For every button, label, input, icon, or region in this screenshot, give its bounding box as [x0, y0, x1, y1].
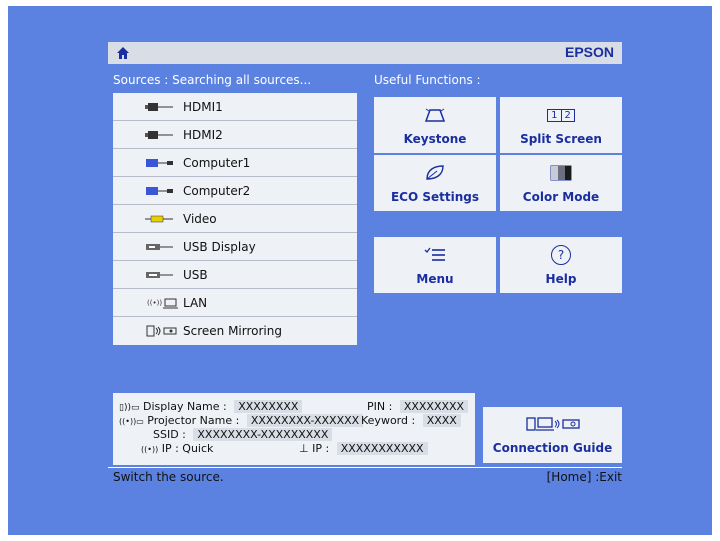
svg-text:((•)): ((•)): [147, 299, 162, 307]
source-item-computer1[interactable]: Computer1: [113, 149, 357, 177]
menu-label: Menu: [416, 272, 454, 286]
help-icon-glyph: ?: [551, 245, 571, 265]
vga-icon: [145, 185, 179, 197]
color-mode-label: Color Mode: [522, 190, 600, 204]
wireless-ip-label: IP : Quick: [161, 442, 214, 455]
pin-label: PIN :: [367, 400, 393, 413]
source-item-usb-display[interactable]: USB Display: [113, 233, 357, 261]
rca-icon: [145, 213, 179, 225]
keystone-label: Keystone: [403, 132, 467, 146]
split-screen-icon-right: 2: [564, 109, 571, 121]
menu-button[interactable]: Menu: [374, 237, 496, 293]
keystone-icon: [423, 104, 447, 126]
projector-name-label: Projector Name :: [147, 414, 240, 427]
keyword-label: Keyword :: [361, 414, 416, 427]
menu-icon: [424, 244, 446, 266]
eco-settings-label: ECO Settings: [390, 190, 480, 204]
source-item-video[interactable]: Video: [113, 205, 357, 233]
source-label: HDMI2: [183, 127, 223, 142]
mirroring-icon: ▯))▭: [119, 403, 140, 413]
split-screen-button[interactable]: 1 2 Split Screen: [500, 97, 622, 153]
wireless-icon: ((•)): [141, 445, 159, 454]
connection-guide-label: Connection Guide: [492, 440, 613, 455]
projector-name-value: XXXXXXXX-XXXXXX: [246, 414, 364, 427]
home-icon[interactable]: [116, 45, 130, 59]
mirroring-icon: [145, 325, 179, 337]
projector-name-row: ((•))▭ Projector Name : XXXXXXXX-XXXXXX: [119, 414, 364, 427]
source-item-hdmi2[interactable]: HDMI2: [113, 121, 357, 149]
help-button[interactable]: ? Help: [500, 237, 622, 293]
status-text: Switch the source.: [113, 470, 224, 484]
hdmi-icon: [145, 129, 179, 141]
usb-icon: [145, 269, 179, 281]
lan-icon: ((•))▭: [119, 417, 144, 426]
vga-icon: [145, 157, 179, 169]
source-item-usb[interactable]: USB: [113, 261, 357, 289]
source-label: USB: [183, 267, 208, 282]
source-label: HDMI1: [183, 99, 223, 114]
network-info-panel: ▯))▭ Display Name : XXXXXXXX PIN : XXXXX…: [113, 393, 475, 465]
display-name-value: XXXXXXXX: [234, 400, 303, 413]
source-item-hdmi1[interactable]: HDMI1: [113, 93, 357, 121]
source-item-computer2[interactable]: Computer2: [113, 177, 357, 205]
source-label: Computer1: [183, 155, 251, 170]
useful-functions-heading: Useful Functions :: [374, 73, 481, 87]
source-item-lan[interactable]: ((•)) LAN: [113, 289, 357, 317]
exit-hint: [Home] :Exit: [546, 470, 622, 484]
source-label: Video: [183, 211, 217, 226]
wired-ip-row: ⊥ IP : XXXXXXXXXXX: [299, 442, 428, 455]
sources-heading: Sources : Searching all sources...: [113, 73, 312, 87]
source-label: LAN: [183, 295, 208, 310]
pin-value: XXXXXXXX: [399, 400, 469, 413]
pin-row: PIN : XXXXXXXX: [367, 400, 469, 413]
color-mode-icon: [550, 162, 572, 184]
source-label: Computer2: [183, 183, 251, 198]
top-bar: EPSON: [108, 42, 622, 64]
wired-ip-label: IP :: [312, 442, 330, 455]
epson-logo: EPSON: [564, 44, 614, 60]
source-list: HDMI1 HDMI2 Computer1 Computer2 Video US…: [113, 93, 357, 345]
keyword-row: Keyword : XXXX: [361, 414, 461, 427]
source-label: USB Display: [183, 239, 256, 254]
footer-divider: [108, 467, 622, 468]
source-label: Screen Mirroring: [183, 324, 282, 338]
split-screen-label: Split Screen: [520, 132, 602, 146]
ssid-value: XXXXXXXX-XXXXXXXXX: [193, 428, 333, 441]
wireless-ip-row: ((•)) IP : Quick: [141, 442, 213, 455]
keyword-value: XXXX: [422, 414, 461, 427]
color-mode-button[interactable]: Color Mode: [500, 155, 622, 211]
hdmi-icon: [145, 101, 179, 113]
lan-icon: ((•)): [145, 297, 179, 309]
split-screen-icon-left: 1: [548, 109, 562, 121]
ssid-row: SSID : XXXXXXXX-XXXXXXXXX: [153, 428, 333, 441]
help-label: Help: [545, 272, 577, 286]
usb-display-icon: [145, 241, 179, 253]
connection-guide-icon: [525, 416, 581, 435]
leaf-icon: [424, 162, 446, 184]
display-name-row: ▯))▭ Display Name : XXXXXXXX: [119, 400, 303, 413]
wired-lan-icon: ⊥: [299, 442, 309, 455]
wired-ip-value: XXXXXXXXXXX: [336, 442, 428, 455]
ssid-label: SSID :: [153, 428, 186, 441]
display-name-label: Display Name :: [142, 400, 227, 413]
help-icon: ?: [551, 244, 571, 266]
source-item-screen-mirroring[interactable]: Screen Mirroring: [113, 317, 357, 345]
connection-guide-button[interactable]: Connection Guide: [483, 407, 622, 463]
eco-settings-button[interactable]: ECO Settings: [374, 155, 496, 211]
keystone-button[interactable]: Keystone: [374, 97, 496, 153]
split-screen-icon: 1 2: [547, 104, 575, 126]
